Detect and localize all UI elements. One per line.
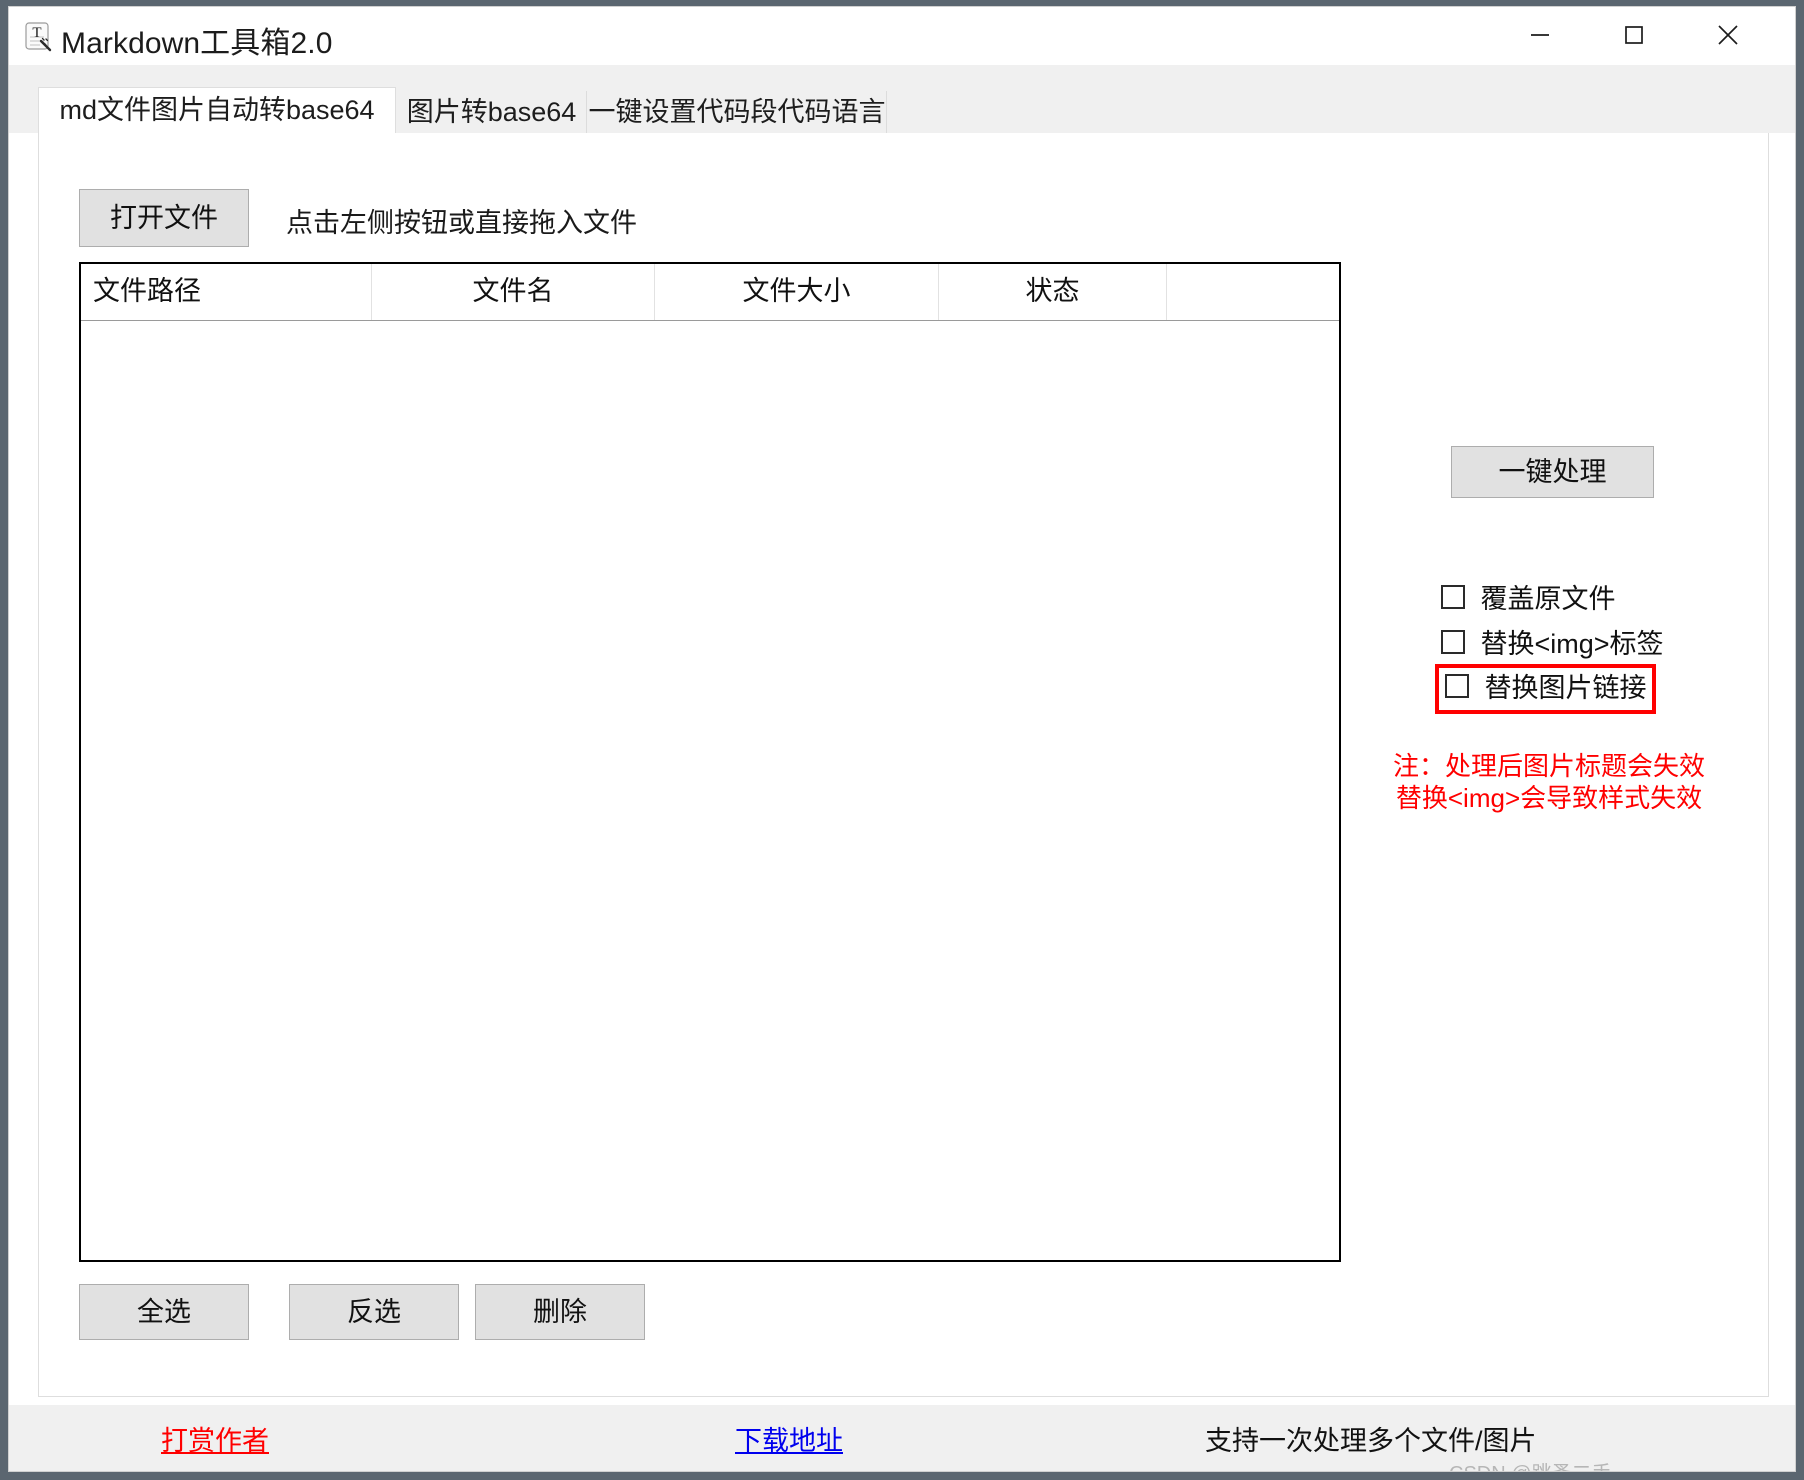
window-title: Markdown工具箱2.0 [61,27,333,60]
checkbox-label-replace-image-link: 替换图片链接 [1484,673,1647,703]
checkbox-replace-image-link[interactable]: 替换图片链接 [1435,664,1657,714]
tab-md-to-base64[interactable]: md文件图片自动转base64 [38,87,396,133]
select-all-button[interactable]: 全选 [79,1284,249,1340]
column-header-extra[interactable] [1167,264,1339,320]
tab-code-language[interactable]: 一键设置代码段代码语言 [588,91,887,133]
checkbox-label-replace-img-tag: 替换<img>标签 [1480,629,1664,659]
maximize-button[interactable] [1591,7,1677,63]
svg-text:T: T [32,25,41,41]
checkbox-replace-img-tag[interactable]: 替换<img>标签 [1441,627,1664,667]
column-header-file-path[interactable]: 文件路径 [81,264,372,320]
delete-button[interactable]: 删除 [475,1284,645,1340]
warning-note-line-2: 替换<img>会导致样式失效 [1395,783,1703,813]
checkbox-box-icon[interactable] [1441,585,1465,609]
column-header-file-size[interactable]: 文件大小 [655,264,939,320]
maximize-icon [1625,26,1643,44]
donate-link[interactable]: 打赏作者 [161,1419,269,1458]
file-list-body[interactable] [81,321,1339,1260]
minimize-icon [1531,34,1549,36]
file-list-table[interactable]: 文件路径 文件名 文件大小 状态 [79,262,1341,1262]
app-window: T Markdown工具箱2.0 md文件图片自动转base64 图片转base… [8,6,1796,1472]
table-header-row: 文件路径 文件名 文件大小 状态 [81,264,1339,321]
column-header-file-name[interactable]: 文件名 [372,264,655,320]
warning-note-line-1: 注：处理后图片标题会失效 [1392,751,1705,781]
watermark: CSDN @跳蚤二手 [1449,1457,1612,1471]
tab-image-to-base64[interactable]: 图片转base64 [397,91,587,133]
markdown-toolbox-icon: T [22,20,54,52]
tab-page-md-to-base64: 打开文件 点击左侧按钮或直接拖入文件 文件路径 文件名 文件大小 状态 全选 反… [38,133,1769,1397]
checkbox-label-overwrite-original: 覆盖原文件 [1480,584,1616,614]
checkbox-box-icon[interactable] [1441,630,1465,654]
warning-note: 注：处理后图片标题会失效 替换<img>会导致样式失效 [1389,750,1709,814]
close-button[interactable] [1685,7,1771,63]
one-click-process-button[interactable]: 一键处理 [1451,446,1654,498]
footer-note: 支持一次处理多个文件/图片 [1205,1426,1537,1456]
title-bar: T Markdown工具箱2.0 [9,7,1795,65]
download-link[interactable]: 下载地址 [735,1419,843,1458]
checkbox-overwrite-original[interactable]: 覆盖原文件 [1441,582,1615,622]
status-bar: 打赏作者 下载地址 支持一次处理多个文件/图片 CSDN @跳蚤二手 [9,1405,1795,1471]
invert-selection-button[interactable]: 反选 [289,1284,459,1340]
checkbox-box-icon[interactable] [1445,674,1469,698]
minimize-button[interactable] [1497,7,1583,63]
tab-bar: md文件图片自动转base64 图片转base64 一键设置代码段代码语言 [9,65,1795,133]
drop-hint-label: 点击左侧按钮或直接拖入文件 [286,208,637,238]
open-file-button[interactable]: 打开文件 [79,189,249,247]
column-header-status[interactable]: 状态 [939,264,1167,320]
close-icon [1718,25,1738,45]
